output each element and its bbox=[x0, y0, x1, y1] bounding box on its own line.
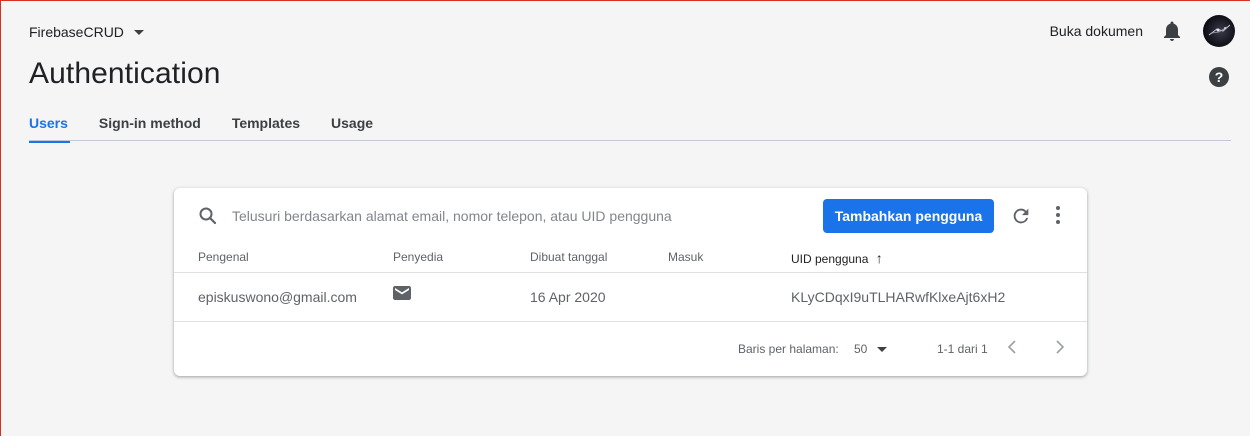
chevron-down-icon bbox=[133, 30, 144, 35]
tab-sign-in-method[interactable]: Sign-in method bbox=[99, 115, 201, 143]
refresh-icon[interactable] bbox=[1010, 205, 1032, 227]
tab-users[interactable]: Users bbox=[29, 115, 70, 143]
chevron-down-icon bbox=[877, 346, 888, 352]
avatar[interactable] bbox=[1203, 15, 1235, 47]
cell-created: 16 Apr 2020 bbox=[530, 289, 606, 305]
more-vert-icon[interactable] bbox=[1050, 206, 1066, 228]
column-header-provider[interactable]: Penyedia bbox=[393, 250, 443, 264]
column-header-signed-in[interactable]: Masuk bbox=[668, 250, 703, 264]
tab-divider bbox=[29, 140, 1231, 141]
pagination-range: 1-1 dari 1 bbox=[937, 342, 988, 356]
project-selector[interactable]: FirebaseCRUD bbox=[29, 24, 144, 40]
tab-usage[interactable]: Usage bbox=[331, 115, 373, 143]
users-card: Tambahkan pengguna Pengenal Penyedia Dib… bbox=[174, 188, 1087, 376]
search-input[interactable] bbox=[232, 204, 732, 228]
chevron-right-icon[interactable] bbox=[1052, 338, 1068, 356]
tab-bar: Users Sign-in method Templates Usage bbox=[29, 115, 404, 143]
project-name: FirebaseCRUD bbox=[29, 24, 124, 40]
pagination: Baris per halaman: 50 1-1 dari 1 bbox=[174, 323, 1087, 375]
docs-link[interactable]: Buka dokumen bbox=[1050, 23, 1143, 39]
rows-per-page-label: Baris per halaman: bbox=[738, 342, 839, 356]
header-actions: Buka dokumen bbox=[1050, 15, 1235, 47]
header: FirebaseCRUD Buka dokumen Authentication… bbox=[1, 1, 1250, 143]
search-row: Tambahkan pengguna bbox=[174, 188, 1087, 244]
rows-per-page-value: 50 bbox=[854, 342, 868, 356]
page-title: Authentication bbox=[29, 57, 221, 90]
column-header-identifier[interactable]: Pengenal bbox=[198, 250, 249, 264]
table-row[interactable]: episkuswono@gmail.com 16 Apr 2020 KLyCDq… bbox=[174, 274, 1087, 322]
rows-per-page-select[interactable]: 50 bbox=[854, 342, 888, 356]
arrow-up-icon: ↑ bbox=[875, 250, 883, 266]
column-header-created[interactable]: Dibuat tanggal bbox=[530, 250, 607, 264]
help-icon[interactable]: ? bbox=[1209, 67, 1229, 87]
bell-icon[interactable] bbox=[1163, 21, 1181, 41]
column-header-uid-label: UID pengguna bbox=[791, 252, 869, 266]
cell-uid: KLyCDqxI9uTLHARwfKlxeAjt6xH2 bbox=[791, 289, 1006, 305]
chevron-left-icon[interactable] bbox=[1004, 338, 1020, 356]
email-icon bbox=[393, 286, 411, 300]
cell-identifier: episkuswono@gmail.com bbox=[198, 289, 357, 305]
search-icon bbox=[198, 206, 218, 226]
table-header: Pengenal Penyedia Dibuat tanggal Masuk U… bbox=[174, 244, 1087, 273]
tab-templates[interactable]: Templates bbox=[232, 115, 300, 143]
add-user-button[interactable]: Tambahkan pengguna bbox=[823, 199, 994, 233]
column-header-uid[interactable]: UID pengguna ↑ bbox=[791, 250, 883, 266]
